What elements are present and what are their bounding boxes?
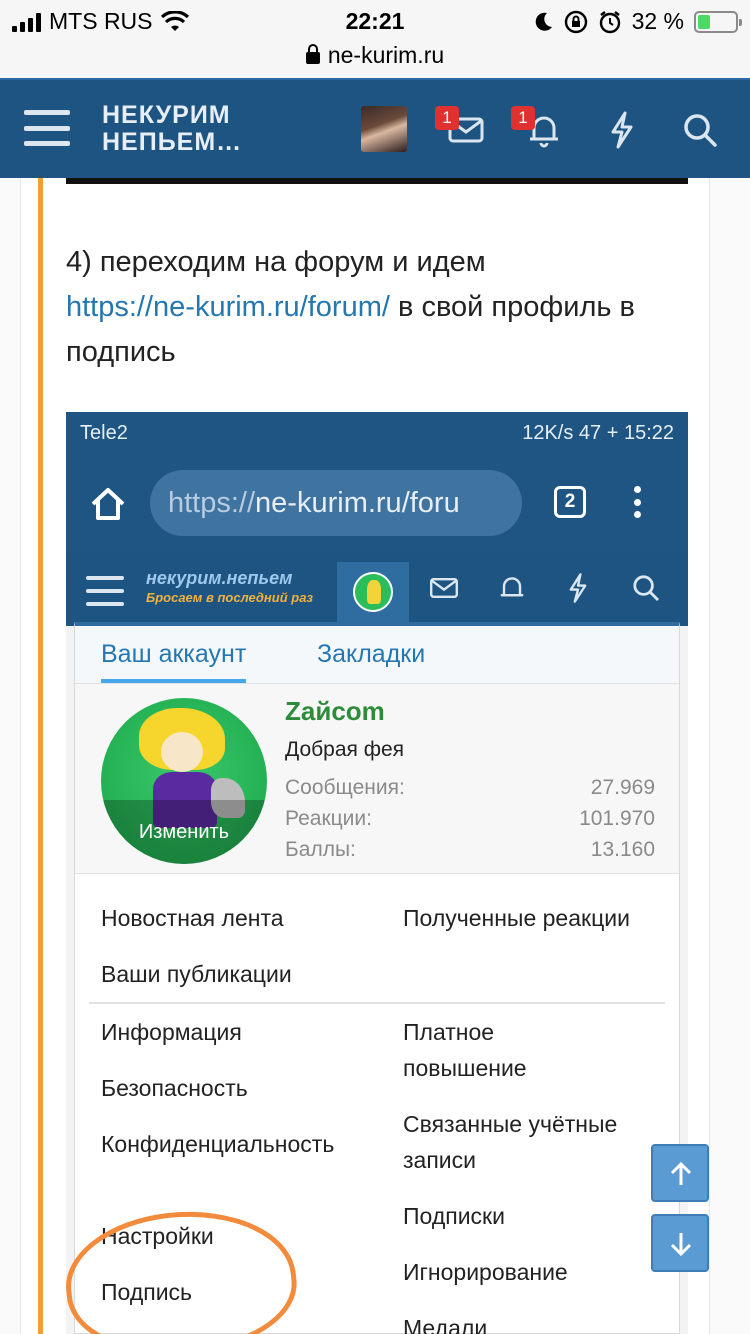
android-browser-toolbar: https://ne-kurim.ru/foru 2 <box>66 452 688 552</box>
alarm-icon <box>599 10 620 33</box>
forum-link[interactable]: https://ne-kurim.ru/forum/ <box>66 291 390 323</box>
rotation-lock-icon <box>564 10 587 33</box>
stat-value: 13.160 <box>590 838 655 861</box>
search-button[interactable] <box>680 110 720 150</box>
stat-value: 101.970 <box>579 807 655 830</box>
previous-image-edge <box>66 178 688 184</box>
username[interactable]: Zайcom <box>285 696 385 727</box>
more-options-icon[interactable] <box>634 486 642 518</box>
tab-bookmarks[interactable]: Закладки <box>317 640 425 669</box>
status-right: 32 % <box>534 8 742 35</box>
profile-avatar[interactable]: Изменить <box>101 698 267 864</box>
forum-avatar <box>353 572 393 612</box>
stat-value: 27.969 <box>590 776 655 799</box>
account-menu-tabs: Ваш аккаунт Закладки <box>75 626 679 684</box>
address-scheme: https:// <box>168 487 256 519</box>
site-logo[interactable]: НЕКУРИМ НЕПЬЕМ… <box>102 102 242 156</box>
profile-summary: Изменить Zайcom Добрая фея Сообщения: 27.… <box>75 684 679 874</box>
forum-bell-icon[interactable] <box>496 572 528 604</box>
lock-icon <box>305 44 320 64</box>
scroll-bottom-button[interactable] <box>651 1214 709 1272</box>
browser-url-bar[interactable]: ne-kurim.ru <box>0 42 750 78</box>
stat-points: Баллы: 13.160 <box>285 838 655 862</box>
battery-icon <box>694 10 742 33</box>
ios-status-bar: MTS RUS 22:21 32 % <box>0 0 750 42</box>
alerts-badge: 1 <box>511 106 535 130</box>
stat-reactions: Реакции: 101.970 <box>285 807 655 831</box>
forum-search-icon[interactable] <box>630 572 662 604</box>
avatar-face <box>161 732 203 772</box>
home-icon[interactable] <box>88 484 128 524</box>
user-title: Добрая фея <box>285 738 405 761</box>
post-step-text: 4) переходим на форум и идем https://ne-… <box>66 240 706 375</box>
menu-link-news-feed[interactable]: Новостная лента <box>101 900 361 936</box>
arrow-up-icon <box>670 1161 692 1185</box>
menu-link-reactions-received[interactable]: Полученные реакции <box>403 900 673 936</box>
menu-separator <box>89 1002 665 1004</box>
stat-label: Реакции: <box>285 807 372 830</box>
forum-logo-text: некурим.непьем <box>146 568 293 588</box>
quote-accent-bar <box>38 178 43 1334</box>
forum-hamburger-icon[interactable] <box>86 576 124 606</box>
messages-badge: 1 <box>435 106 459 130</box>
url-domain: ne-kurim.ru <box>327 42 445 68</box>
logo-line1: НЕКУРИМ <box>102 101 231 129</box>
site-header: НЕКУРИМ НЕПЬЕМ… 1 1 <box>0 78 750 178</box>
forum-logo-sub: Бросаем в последний раз <box>146 590 314 605</box>
menu-link-following[interactable]: Подписки <box>403 1198 673 1234</box>
lightning-icon <box>611 111 633 149</box>
arrow-down-icon <box>670 1233 692 1257</box>
menu-link-connected-accounts[interactable]: Связанные учётные записи <box>403 1106 665 1178</box>
embedded-screenshot: Tele2 12K/s 47 + 15:22 https://ne-kurim.… <box>66 412 688 1334</box>
address-host: ne-kurim.ru/foru <box>255 487 460 519</box>
forum-header: некурим.непьем Бросаем в последний раз <box>66 552 688 626</box>
logo-line2: НЕПЬЕМ… <box>102 128 243 156</box>
menu-link-medals[interactable]: Медали <box>403 1310 673 1334</box>
forum-envelope-icon[interactable] <box>428 572 460 604</box>
whats-new-button[interactable] <box>602 110 642 150</box>
step-prefix: 4) переходим на форум и идем <box>66 246 486 278</box>
stat-messages: Сообщения: 27.969 <box>285 776 655 800</box>
menu-link-privacy[interactable]: Конфиденциальность <box>101 1126 359 1162</box>
menu-link-security[interactable]: Безопасность <box>101 1070 361 1106</box>
address-field[interactable]: https://ne-kurim.ru/foru <box>150 470 522 536</box>
stat-label: Сообщения: <box>285 776 405 799</box>
forum-avatar-tab[interactable] <box>337 562 409 626</box>
menu-link-info[interactable]: Информация <box>101 1014 361 1050</box>
menu-link-paid-upgrades[interactable]: Платное повышение <box>403 1014 603 1086</box>
user-avatar[interactable] <box>361 106 407 152</box>
forum-logo[interactable]: некурим.непьем Бросаем в последний раз <box>146 568 313 608</box>
avatar-edit-label[interactable]: Изменить <box>101 821 267 844</box>
scroll-top-button[interactable] <box>651 1144 709 1202</box>
android-carrier: Tele2 <box>80 422 128 444</box>
tabs-count-icon[interactable]: 2 <box>554 486 586 518</box>
android-status-right: 12K/s 47 + 15:22 <box>522 422 674 444</box>
menu-link-your-content[interactable]: Ваши публикации <box>101 956 361 992</box>
moon-icon <box>535 12 552 31</box>
android-status-bar: Tele2 12K/s 47 + 15:22 <box>66 412 688 452</box>
menu-link-ignoring[interactable]: Игнорирование <box>403 1254 673 1290</box>
stat-label: Баллы: <box>285 838 356 861</box>
forum-lightning-icon[interactable] <box>562 572 594 604</box>
battery-percent: 32 % <box>631 8 684 34</box>
tab-your-account[interactable]: Ваш аккаунт <box>101 640 247 683</box>
hamburger-menu-icon[interactable] <box>24 110 70 146</box>
search-icon <box>684 114 717 147</box>
